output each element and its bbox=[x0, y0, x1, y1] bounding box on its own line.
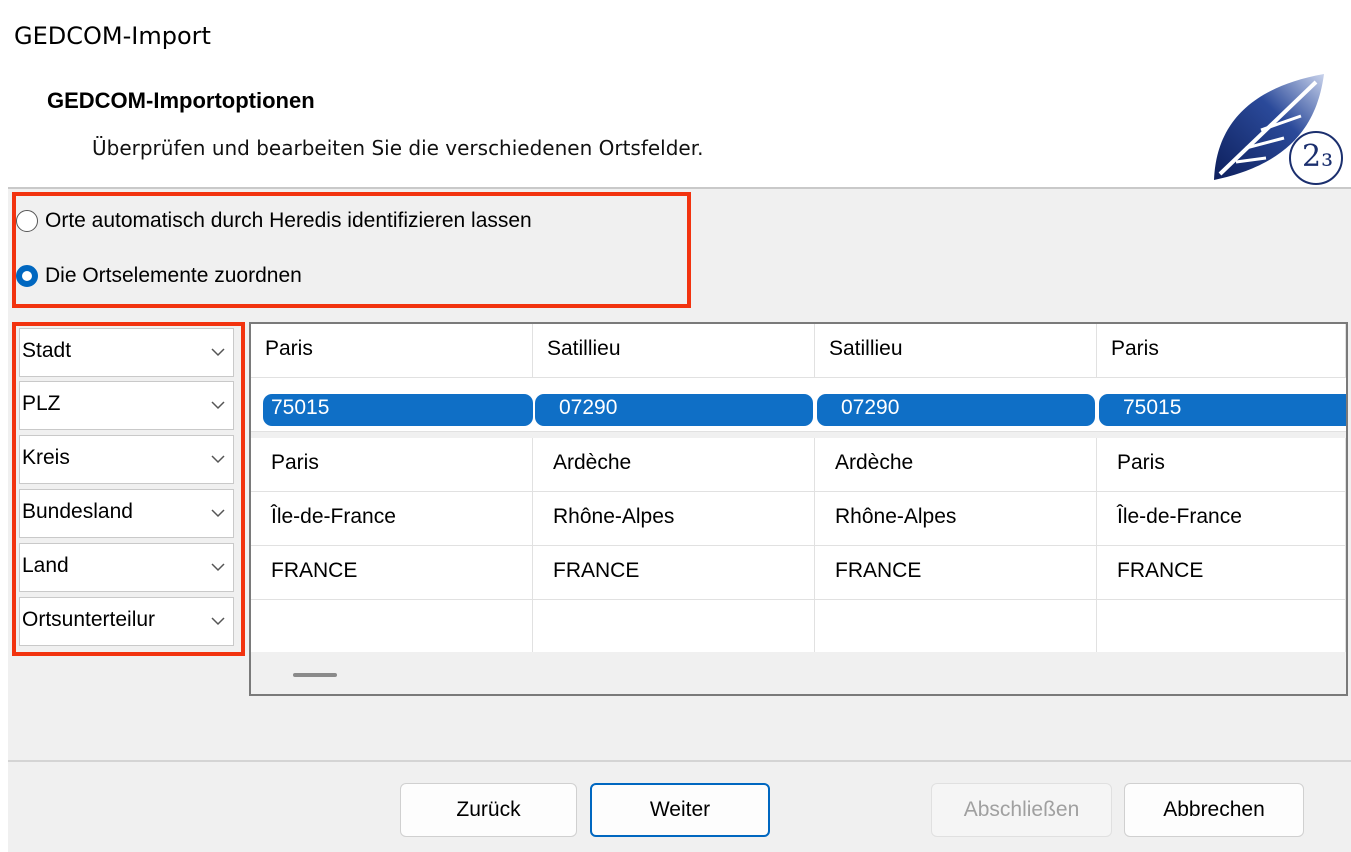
grid-cell[interactable] bbox=[251, 600, 533, 652]
grid-cell-text: 75015 bbox=[1123, 396, 1182, 419]
mapping-select-label: Kreis bbox=[22, 446, 70, 469]
mapping-select-label: Ortsunterteilur bbox=[22, 608, 156, 631]
mapping-select-stadt[interactable]: Stadt bbox=[19, 328, 234, 377]
mapping-select-kreis[interactable]: Kreis bbox=[19, 435, 234, 484]
grid-cell[interactable]: FRANCE bbox=[251, 546, 533, 600]
cancel-button[interactable]: Abbrechen bbox=[1124, 783, 1304, 837]
grid-cell-text: Île-de-France bbox=[1117, 505, 1242, 528]
mapping-select-label: Land bbox=[22, 554, 69, 577]
grid-cell[interactable]: FRANCE bbox=[533, 546, 815, 600]
grid-cell-text: Paris bbox=[1111, 337, 1159, 360]
chevron-down-icon bbox=[211, 617, 225, 626]
radio-auto-identify[interactable] bbox=[16, 210, 38, 232]
grid-cell-text: Satillieu bbox=[829, 337, 903, 360]
grid-cell-text: Paris bbox=[271, 451, 319, 474]
grid-cell-selected[interactable]: 75015 bbox=[263, 394, 533, 426]
places-grid[interactable]: Paris Satillieu Satillieu Paris 75015 07… bbox=[249, 322, 1348, 696]
grid-cell[interactable]: Paris bbox=[251, 438, 533, 492]
chevron-down-icon bbox=[211, 509, 225, 518]
radio-assign-elements[interactable] bbox=[16, 265, 38, 287]
chevron-down-icon bbox=[211, 348, 225, 357]
grid-cell[interactable]: Rhône-Alpes bbox=[815, 492, 1097, 546]
grid-cell[interactable]: FRANCE bbox=[815, 546, 1097, 600]
footer-divider bbox=[8, 760, 1351, 762]
grid-cell[interactable]: Île-de-France bbox=[1097, 492, 1346, 546]
grid-cell-text: Satillieu bbox=[547, 337, 621, 360]
grid-cell-text: Ardèche bbox=[553, 451, 632, 474]
grid-cell-text: FRANCE bbox=[271, 559, 358, 582]
grid-cell[interactable]: Ardèche bbox=[533, 438, 815, 492]
grid-cell-selected[interactable]: 07290 bbox=[817, 394, 1095, 426]
grid-cell[interactable] bbox=[815, 600, 1097, 652]
grid-cell-text: 07290 bbox=[841, 396, 900, 419]
grid-cell-selected[interactable]: 07290 bbox=[535, 394, 813, 426]
grid-cell-selected[interactable]: 75015 bbox=[1099, 394, 1346, 426]
next-button[interactable]: Weiter bbox=[590, 783, 770, 837]
page-subtitle: Überprüfen und bearbeiten Sie die versch… bbox=[92, 136, 704, 160]
grid-cell[interactable]: FRANCE bbox=[1097, 546, 1346, 600]
grid-cell[interactable]: Satillieu bbox=[815, 324, 1097, 378]
grid-cell-text: 07290 bbox=[559, 396, 618, 419]
page-title: GEDCOM-Importoptionen bbox=[47, 88, 315, 113]
grid-cell[interactable] bbox=[533, 600, 815, 652]
option-auto-identify-label: Orte automatisch durch Heredis identifiz… bbox=[45, 209, 532, 232]
grid-cell[interactable]: Paris bbox=[251, 324, 533, 378]
grid-cell[interactable]: Paris bbox=[1097, 438, 1346, 492]
grid-cell-text: Ardèche bbox=[835, 451, 914, 474]
mapping-select-label: Stadt bbox=[22, 339, 72, 362]
grid-cell-text: 75015 bbox=[271, 396, 330, 419]
chevron-down-icon bbox=[211, 455, 225, 464]
grid-cell[interactable] bbox=[1097, 600, 1346, 652]
grid-cell-text: Paris bbox=[1117, 451, 1165, 474]
grid-cell-text: Île-de-France bbox=[271, 505, 396, 528]
grid-cell[interactable]: Île-de-France bbox=[251, 492, 533, 546]
option-assign-elements[interactable]: Die Ortselemente zuordnen bbox=[16, 264, 302, 288]
finish-button[interactable]: Abschließen bbox=[931, 783, 1112, 837]
heredis-logo-icon: 2₃ bbox=[1214, 74, 1343, 185]
chevron-down-icon bbox=[211, 563, 225, 572]
mapping-select-ortsunterteilung[interactable]: Ortsunterteilur bbox=[19, 597, 234, 646]
mapping-select-land[interactable]: Land bbox=[19, 543, 234, 592]
grid-cell-text: Rhône-Alpes bbox=[835, 505, 957, 528]
mapping-select-label: PLZ bbox=[22, 392, 61, 415]
option-auto-identify[interactable]: Orte automatisch durch Heredis identifiz… bbox=[16, 209, 532, 233]
grid-cell[interactable]: Rhône-Alpes bbox=[533, 492, 815, 546]
window-title: GEDCOM-Import bbox=[14, 22, 211, 50]
mapping-select-label: Bundesland bbox=[22, 500, 133, 523]
grid-cell-text: FRANCE bbox=[835, 559, 922, 582]
horizontal-scrollbar[interactable] bbox=[293, 673, 337, 677]
chevron-down-icon bbox=[211, 401, 225, 410]
grid-cell[interactable]: Ardèche bbox=[815, 438, 1097, 492]
mapping-select-bundesland[interactable]: Bundesland bbox=[19, 489, 234, 538]
grid-cell-text: Rhône-Alpes bbox=[553, 505, 675, 528]
mapping-select-plz[interactable]: PLZ bbox=[19, 381, 234, 430]
back-button[interactable]: Zurück bbox=[400, 783, 577, 837]
option-assign-elements-label: Die Ortselemente zuordnen bbox=[45, 264, 302, 287]
grid-cell[interactable]: Satillieu bbox=[533, 324, 815, 378]
grid-cell-text: FRANCE bbox=[553, 559, 640, 582]
grid-cell-text: Paris bbox=[265, 337, 313, 360]
logo-badge-text: 2₃ bbox=[1302, 139, 1333, 174]
grid-cell[interactable]: Paris bbox=[1097, 324, 1346, 378]
grid-cell-text: FRANCE bbox=[1117, 559, 1204, 582]
